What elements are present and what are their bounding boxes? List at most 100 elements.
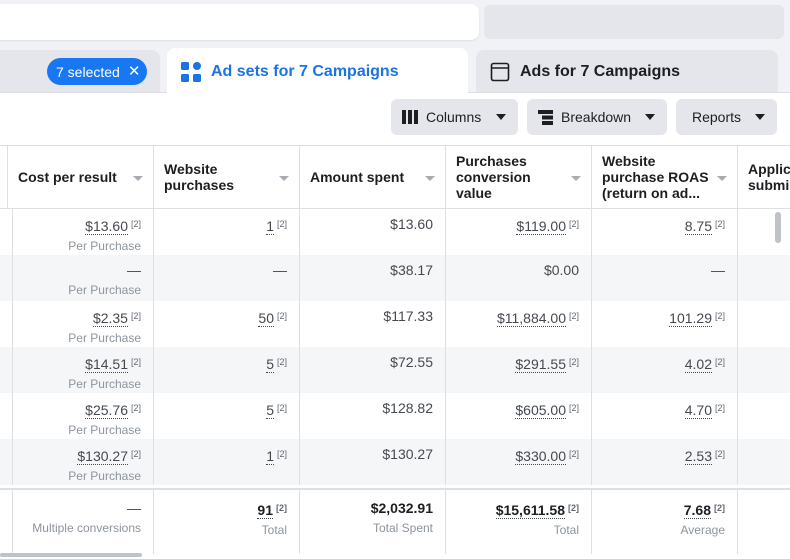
sort-icon[interactable] xyxy=(717,176,727,181)
column-header-amount-spent[interactable]: Amount spent xyxy=(300,145,446,209)
summary-roas[interactable]: 7.68 xyxy=(683,502,711,519)
tab-ads[interactable]: Ads for 7 Campaigns xyxy=(476,50,778,94)
summary-purchases-sub: Total xyxy=(261,523,287,537)
summary-cost-cell: — Multiple conversions xyxy=(8,490,154,554)
column-header-website-purchases[interactable]: Website purchases xyxy=(154,145,300,209)
close-icon[interactable]: ✕ xyxy=(128,64,141,79)
sort-icon[interactable] xyxy=(133,176,143,181)
date-range-bar[interactable] xyxy=(484,5,784,39)
amount-spent: $128.82 xyxy=(382,400,433,416)
table-row[interactable]: $25.76 [2] Per Purchase 5 [2] $128.82 $605.00[… xyxy=(0,393,790,439)
cost-per-result[interactable]: $2.35 xyxy=(92,310,128,327)
header-line: Applic xyxy=(748,161,790,177)
cost-per-result[interactable]: $14.51 xyxy=(85,356,128,373)
footnote-marker: [2] xyxy=(568,357,579,367)
tab-ad-sets[interactable]: Ad sets for 7 Campaigns xyxy=(167,48,468,96)
footnote-marker: [2] xyxy=(568,403,579,413)
footnote-marker: [2] xyxy=(568,219,579,229)
purchase-roas[interactable]: 4.70 xyxy=(684,402,712,419)
cost-per-result[interactable]: $13.60 xyxy=(85,218,128,235)
cost-per-result-wrap: $130.27 [2] xyxy=(8,446,141,465)
reports-button[interactable]: Reports xyxy=(676,99,777,135)
column-header-cost-per-result[interactable]: Cost per result xyxy=(8,145,154,209)
header-label: Website purchases xyxy=(164,161,234,193)
website-purchases[interactable]: 1 xyxy=(266,218,274,235)
cost-per-result[interactable]: $130.27 xyxy=(77,448,128,465)
conversion-value[interactable]: $119.00 xyxy=(516,218,566,235)
applications-cell xyxy=(738,255,790,301)
website-purchases-wrap: 1 [2] xyxy=(154,446,287,465)
ad-window-icon xyxy=(488,60,512,84)
conversion-value[interactable]: $11,884.00 xyxy=(496,310,566,327)
reports-label: Reports xyxy=(692,109,742,125)
column-header-website-purchase-roas[interactable]: Website purchase ROAS (return on ad... xyxy=(592,145,738,209)
purchase-roas-wrap: 4.70 [2] xyxy=(592,400,725,419)
footnote-marker: [2] xyxy=(276,357,287,367)
summary-cost: — xyxy=(127,500,141,516)
horizontal-scrollbar[interactable] xyxy=(0,553,142,557)
footnote-marker: [2] xyxy=(130,219,141,229)
cost-per-result-cell: $13.60 [2] Per Purchase xyxy=(8,209,154,255)
website-purchases[interactable]: 5 xyxy=(266,402,274,419)
summary-purchases[interactable]: 91 xyxy=(257,502,273,519)
summary-value-cell: $15,611.58 [2] Total xyxy=(446,490,592,554)
purchase-roas-wrap: 2.53 [2] xyxy=(592,446,725,465)
website-purchases-wrap: 50 [2] xyxy=(154,308,287,327)
chevron-down-icon xyxy=(755,114,765,120)
table-row[interactable]: $2.35 [2] Per Purchase 50 [2] $117.33 $11,884.… xyxy=(0,301,790,347)
table-row[interactable]: — Per Purchase — $38.17 $0.00 — xyxy=(0,255,790,301)
purchase-roas[interactable]: 101.29 xyxy=(669,310,712,327)
table-row[interactable]: $130.27 [2] Per Purchase 1 [2] $130.27 $330.00… xyxy=(0,439,790,485)
conversion-value[interactable]: $330.00 xyxy=(515,448,566,465)
column-header-applications-submitted[interactable]: Applic submi xyxy=(738,145,790,209)
conversion-value-wrap: $119.00 [2] xyxy=(446,216,579,235)
header-line: conversion value xyxy=(456,169,531,201)
applications-cell xyxy=(738,301,790,347)
applications-cell xyxy=(738,439,790,485)
website-purchases-cell: 5 [2] xyxy=(154,393,300,439)
website-purchases[interactable]: 5 xyxy=(266,356,274,373)
footnote-marker: [2] xyxy=(714,449,725,459)
cost-per-result-sub: Per Purchase xyxy=(68,283,141,297)
amount-spent-cell: $128.82 xyxy=(300,393,446,439)
search-filter-bar[interactable] xyxy=(0,4,479,40)
summary-purchases-value: 91 [2] xyxy=(154,500,287,519)
columns-button[interactable]: Columns xyxy=(391,99,518,135)
summary-value[interactable]: $15,611.58 xyxy=(495,502,565,519)
amount-spent-cell: $117.33 xyxy=(300,301,446,347)
website-purchases[interactable]: 50 xyxy=(258,310,274,327)
footnote-marker: [2] xyxy=(714,311,725,321)
sort-icon[interactable] xyxy=(571,176,581,181)
website-purchases[interactable]: 1 xyxy=(266,448,274,465)
purchase-roas[interactable]: 4.02 xyxy=(684,356,712,373)
cost-per-result-wrap: $2.35 [2] xyxy=(8,308,141,327)
tab-ads-label: Ads for 7 Campaigns xyxy=(520,63,681,80)
footnote-marker: [2] xyxy=(130,311,141,321)
sort-icon[interactable] xyxy=(279,176,289,181)
table-row[interactable]: $13.60 [2] Per Purchase 1 [2] $13.60 $119.00 [2… xyxy=(0,209,790,255)
cost-per-result-sub: Per Purchase xyxy=(68,239,141,253)
conversion-value[interactable]: $605.00 xyxy=(515,402,566,419)
cost-per-result-sub: Per Purchase xyxy=(68,377,141,391)
amount-spent-cell: $38.17 xyxy=(300,255,446,301)
purchase-roas[interactable]: 2.53 xyxy=(684,448,712,465)
purchase-roas: — xyxy=(711,262,725,278)
sort-icon[interactable] xyxy=(425,176,435,181)
footnote-marker: [2] xyxy=(714,503,725,513)
header-line: Website xyxy=(164,161,218,177)
vertical-scrollbar[interactable] xyxy=(775,212,781,243)
website-purchases-wrap: 5 [2] xyxy=(154,354,287,373)
header-line: submi xyxy=(748,177,790,193)
table-row[interactable]: $14.51 [2] Per Purchase 5 [2] $72.55 $291.55 [2… xyxy=(0,347,790,393)
ads-manager-view: 7 selected ✕ Ad sets for 7 Campaigns Ads… xyxy=(0,0,790,559)
breakdown-button[interactable]: Breakdown xyxy=(527,99,667,135)
applications-cell xyxy=(738,209,790,255)
header-line: purchases xyxy=(164,177,235,193)
column-header-purchases-conversion-value[interactable]: Purchases conversion value xyxy=(446,145,592,209)
purchase-roas[interactable]: 8.75 xyxy=(684,218,712,235)
conversion-value[interactable]: $291.55 xyxy=(515,356,566,373)
summary-cell xyxy=(738,490,790,554)
selected-filter-pill[interactable]: 7 selected ✕ xyxy=(47,58,147,85)
cost-per-result[interactable]: $25.76 xyxy=(85,402,128,419)
conversion-value-cell: $11,884.00 [2] xyxy=(446,301,592,347)
